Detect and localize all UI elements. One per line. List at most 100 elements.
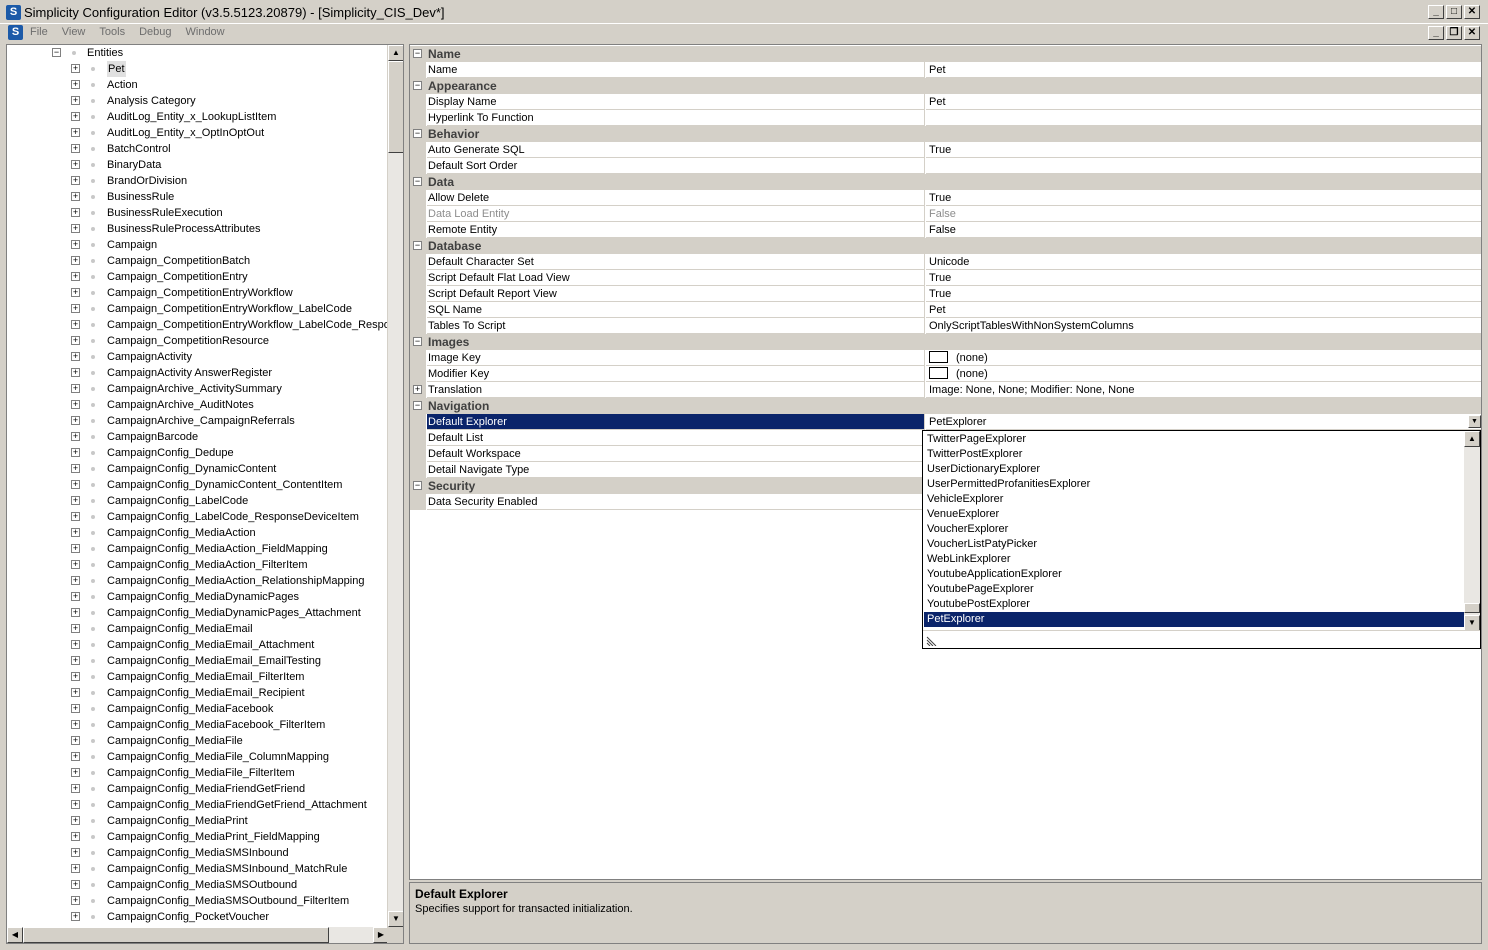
expand-icon[interactable]: +: [71, 880, 80, 889]
property-value[interactable]: PetExplorer ▼: [926, 414, 1481, 430]
property-category[interactable]: − Images: [410, 334, 1481, 350]
tree-item[interactable]: + CampaignConfig_MediaPrint: [7, 813, 389, 829]
tree-item[interactable]: + CampaignConfig_MediaAction: [7, 525, 389, 541]
menu-debug[interactable]: Debug: [139, 26, 177, 38]
property-row[interactable]: Allow Delete True: [410, 190, 1481, 206]
tree-item[interactable]: + CampaignConfig_MediaAction_Relationship…: [7, 573, 389, 589]
expand-icon[interactable]: +: [71, 320, 80, 329]
property-value[interactable]: True: [926, 286, 1481, 302]
close-button[interactable]: ✕: [1464, 5, 1480, 19]
collapse-icon[interactable]: −: [413, 81, 422, 90]
expand-icon[interactable]: +: [71, 80, 80, 89]
property-name[interactable]: SQL Name: [427, 302, 925, 318]
resize-grip-icon[interactable]: [926, 634, 938, 646]
tree-item[interactable]: + Campaign_CompetitionEntryWorkflow: [7, 285, 389, 301]
dropdown-scroll-up-icon[interactable]: ▲: [1464, 431, 1480, 447]
dropdown-option[interactable]: TwitterPageExplorer: [924, 432, 1464, 447]
property-row[interactable]: Script Default Report View True: [410, 286, 1481, 302]
expand-icon[interactable]: +: [71, 480, 80, 489]
property-name[interactable]: Hyperlink To Function: [427, 110, 925, 126]
scroll-left-icon[interactable]: ◀: [7, 927, 23, 943]
dropdown-option[interactable]: PetExplorer: [924, 612, 1464, 627]
expand-icon[interactable]: +: [71, 224, 80, 233]
expand-icon[interactable]: +: [71, 176, 80, 185]
property-value[interactable]: False: [926, 222, 1481, 238]
dropdown-option[interactable]: VoucherExplorer: [924, 522, 1464, 537]
tree-root-row[interactable]: − Entities: [7, 45, 389, 61]
property-row[interactable]: Hyperlink To Function: [410, 110, 1481, 126]
tree-item[interactable]: + Campaign_CompetitionResource: [7, 333, 389, 349]
property-value[interactable]: Pet: [926, 94, 1481, 110]
minimize-button[interactable]: _: [1428, 5, 1444, 19]
dropdown-scroll-down-icon[interactable]: ▼: [1464, 615, 1480, 631]
tree-item[interactable]: + CampaignConfig_MediaFacebook: [7, 701, 389, 717]
tree-vertical-scrollbar[interactable]: ▲ ▼: [387, 45, 403, 927]
property-value[interactable]: False: [926, 206, 1481, 222]
property-category[interactable]: − Database: [410, 238, 1481, 254]
tree-item[interactable]: + CampaignConfig_MediaSMSInbound: [7, 845, 389, 861]
collapse-icon[interactable]: −: [413, 129, 422, 138]
collapse-icon[interactable]: −: [413, 177, 422, 186]
expand-icon[interactable]: +: [71, 624, 80, 633]
expand-icon[interactable]: +: [71, 256, 80, 265]
expand-icon[interactable]: +: [71, 160, 80, 169]
dropdown-option[interactable]: TwitterPostExplorer: [924, 447, 1464, 462]
expand-icon[interactable]: +: [71, 208, 80, 217]
expand-icon[interactable]: +: [71, 656, 80, 665]
property-category[interactable]: − Appearance: [410, 78, 1481, 94]
mdi-restore-button[interactable]: ❐: [1446, 26, 1462, 40]
expand-icon[interactable]: +: [71, 768, 80, 777]
tree-item[interactable]: + Action: [7, 77, 389, 93]
expand-icon[interactable]: +: [71, 544, 80, 553]
tree-item[interactable]: + BusinessRule: [7, 189, 389, 205]
tree-item[interactable]: + CampaignConfig_MediaEmail_Recipient: [7, 685, 389, 701]
collapse-icon[interactable]: −: [413, 481, 422, 490]
tree-item[interactable]: + CampaignConfig_MediaAction_FieldMapping: [7, 541, 389, 557]
property-name[interactable]: Data Load Entity: [427, 206, 925, 222]
property-row[interactable]: Name Pet: [410, 62, 1481, 78]
tree-item[interactable]: + CampaignConfig_MediaDynamicPages: [7, 589, 389, 605]
expand-icon[interactable]: +: [71, 96, 80, 105]
expand-icon[interactable]: +: [71, 464, 80, 473]
tree-item[interactable]: + Analysis Category: [7, 93, 389, 109]
tree-item[interactable]: + CampaignConfig_MediaFriendGetFriend_Att…: [7, 797, 389, 813]
property-row[interactable]: Script Default Flat Load View True: [410, 270, 1481, 286]
property-name[interactable]: Display Name: [427, 94, 925, 110]
tree-item[interactable]: + Campaign_CompetitionEntryWorkflow_Label…: [7, 317, 389, 333]
tree-item[interactable]: + BusinessRuleProcessAttributes: [7, 221, 389, 237]
tree-item[interactable]: + CampaignConfig_MediaSMSOutbound_FilterI…: [7, 893, 389, 909]
menu-file[interactable]: File: [30, 26, 54, 38]
expand-icon[interactable]: +: [71, 912, 80, 921]
expand-icon[interactable]: +: [71, 816, 80, 825]
property-value[interactable]: Image: None, None; Modifier: None, None: [926, 382, 1481, 398]
expand-icon[interactable]: +: [71, 192, 80, 201]
property-name[interactable]: Detail Navigate Type: [427, 462, 925, 478]
dropdown-option[interactable]: UserPermittedProfanitiesExplorer: [924, 477, 1464, 492]
expand-icon[interactable]: +: [71, 752, 80, 761]
tree-item[interactable]: + CampaignArchive_AuditNotes: [7, 397, 389, 413]
tree-item[interactable]: + CampaignConfig_MediaDynamicPages_Attach…: [7, 605, 389, 621]
expand-icon[interactable]: +: [71, 240, 80, 249]
property-row[interactable]: Display Name Pet: [410, 94, 1481, 110]
scroll-down-icon[interactable]: ▼: [388, 911, 403, 927]
tree-item[interactable]: + Campaign_CompetitionEntry: [7, 269, 389, 285]
property-value[interactable]: True: [926, 270, 1481, 286]
tree-item[interactable]: + CampaignActivity: [7, 349, 389, 365]
dropdown-scroll-thumb[interactable]: [1464, 603, 1480, 613]
expand-icon[interactable]: +: [71, 448, 80, 457]
tree-item[interactable]: + AuditLog_Entity_x_LookupListItem: [7, 109, 389, 125]
property-value[interactable]: [926, 110, 1481, 126]
tree-item[interactable]: + CampaignConfig_DynamicContent: [7, 461, 389, 477]
dropdown-option[interactable]: WebLinkExplorer: [924, 552, 1464, 567]
hscroll-thumb[interactable]: [23, 927, 329, 943]
property-category[interactable]: − Name: [410, 46, 1481, 62]
expand-icon[interactable]: +: [71, 352, 80, 361]
property-name[interactable]: Default Character Set: [427, 254, 925, 270]
dropdown-resize-grip[interactable]: [923, 630, 1480, 648]
property-row[interactable]: SQL Name Pet: [410, 302, 1481, 318]
expand-icon[interactable]: +: [71, 784, 80, 793]
property-row[interactable]: Data Load Entity False: [410, 206, 1481, 222]
tree-item[interactable]: + BusinessRuleExecution: [7, 205, 389, 221]
expand-icon[interactable]: +: [71, 896, 80, 905]
property-category[interactable]: − Behavior: [410, 126, 1481, 142]
